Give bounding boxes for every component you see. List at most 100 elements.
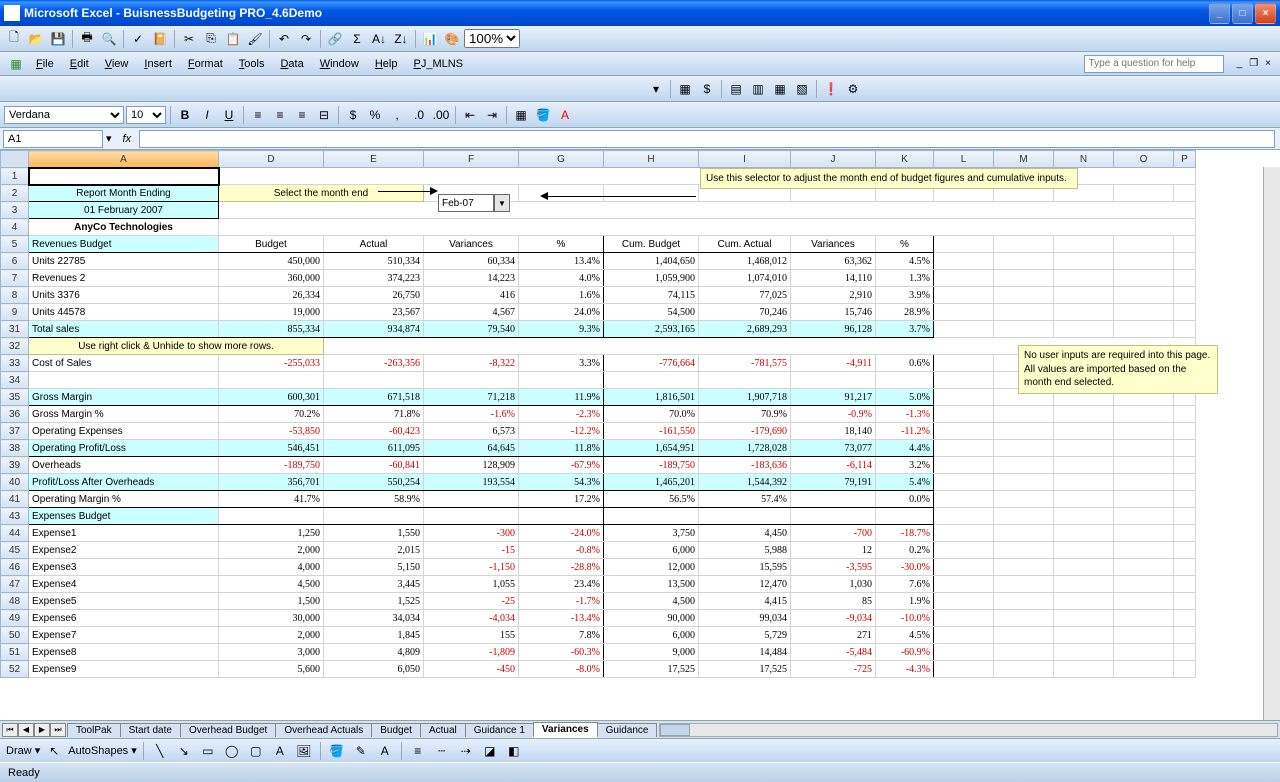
cell[interactable]: Expense3 (29, 559, 219, 576)
bold-button[interactable]: B (175, 105, 195, 125)
cell[interactable]: -4,034 (424, 610, 519, 627)
cell[interactable]: Select the month end (219, 185, 424, 202)
consolidate-icon[interactable]: ▥ (748, 79, 768, 99)
row-header[interactable]: 47 (1, 576, 29, 593)
row-header[interactable]: 52 (1, 661, 29, 678)
undo-icon[interactable]: ↶ (274, 29, 294, 49)
draw-menu[interactable]: Draw ▾ (6, 744, 40, 757)
zoom-select[interactable]: 100% (464, 29, 520, 48)
cell[interactable]: Expense5 (29, 593, 219, 610)
cell[interactable] (424, 491, 519, 508)
cell[interactable]: 1,544,392 (699, 474, 791, 491)
col-header-J[interactable]: J (791, 151, 876, 168)
cell[interactable]: 41.7% (219, 491, 324, 508)
cell[interactable]: Units 3376 (29, 287, 219, 304)
col-header-F[interactable]: F (424, 151, 519, 168)
cell[interactable]: 14,223 (424, 270, 519, 287)
cell[interactable]: 9,000 (604, 644, 699, 661)
cell[interactable]: 0.6% (876, 355, 934, 372)
sheet-tab[interactable]: Start date (120, 723, 181, 737)
cell[interactable]: 155 (424, 627, 519, 644)
font-name-select[interactable]: Verdana (4, 106, 124, 124)
cell[interactable]: Expense1 (29, 525, 219, 542)
cell[interactable]: 510,334 (324, 253, 424, 270)
row-header[interactable]: 37 (1, 423, 29, 440)
cell[interactable]: -4.3% (876, 661, 934, 678)
tab-last-icon[interactable]: ⏭ (50, 723, 66, 737)
row-header[interactable]: 38 (1, 440, 29, 457)
cell[interactable]: Units 22785 (29, 253, 219, 270)
cell[interactable]: 1,500 (219, 593, 324, 610)
cell[interactable]: 374,223 (324, 270, 424, 287)
redo-icon[interactable]: ↷ (296, 29, 316, 49)
cell[interactable]: 34,034 (324, 610, 424, 627)
row-header[interactable]: 6 (1, 253, 29, 270)
cell[interactable]: 56.5% (604, 491, 699, 508)
cell[interactable]: 1,465,201 (604, 474, 699, 491)
cell[interactable]: -0.8% (519, 542, 604, 559)
sheet-tab[interactable]: Guidance (597, 723, 658, 737)
cell[interactable]: 3,445 (324, 576, 424, 593)
cell[interactable]: 2,000 (219, 627, 324, 644)
close-button[interactable]: × (1255, 3, 1276, 24)
copy-icon[interactable]: ⎘ (201, 29, 221, 49)
cell[interactable]: 12 (791, 542, 876, 559)
cell[interactable]: 24.0% (519, 304, 604, 321)
menu-view[interactable]: View (99, 56, 135, 72)
cell[interactable]: 0.0% (876, 491, 934, 508)
cell[interactable]: Cost of Sales (29, 355, 219, 372)
cell[interactable]: 1,074,010 (699, 270, 791, 287)
cell[interactable]: 23.4% (519, 576, 604, 593)
cell[interactable]: 4.5% (876, 253, 934, 270)
cell[interactable]: 90,000 (604, 610, 699, 627)
print-icon[interactable]: 🖶 (77, 29, 97, 49)
menu-help[interactable]: Help (369, 56, 404, 72)
row-header[interactable]: 7 (1, 270, 29, 287)
col-header-P[interactable]: P (1174, 151, 1196, 168)
sheet-tab[interactable]: ToolPak (67, 723, 121, 737)
cell[interactable]: -8,322 (424, 355, 519, 372)
row-header[interactable]: 51 (1, 644, 29, 661)
month-end-input[interactable] (438, 194, 494, 212)
tab-first-icon[interactable]: ⏮ (2, 723, 18, 737)
maximize-button[interactable]: □ (1232, 3, 1253, 24)
cell[interactable]: Variances (424, 236, 519, 253)
cell[interactable]: 64,645 (424, 440, 519, 457)
font-color-icon[interactable]: A (555, 105, 575, 125)
cell[interactable]: Revenues 2 (29, 270, 219, 287)
cell[interactable]: -725 (791, 661, 876, 678)
cell[interactable]: 1,059,900 (604, 270, 699, 287)
cell[interactable]: 5.4% (876, 474, 934, 491)
cell[interactable]: 3,750 (604, 525, 699, 542)
align-center-icon[interactable]: ≡ (270, 105, 290, 125)
sheet-tab[interactable]: Overhead Budget (180, 723, 276, 737)
cell[interactable]: 546,451 (219, 440, 324, 457)
textbox-icon[interactable]: ▢ (246, 741, 266, 761)
cell[interactable]: 11.9% (519, 389, 604, 406)
arrow-icon[interactable]: ↘ (174, 741, 194, 761)
cell[interactable]: 4.4% (876, 440, 934, 457)
settings-icon[interactable]: ⚙ (843, 79, 863, 99)
cell[interactable]: 70.0% (604, 406, 699, 423)
dash-style-icon[interactable]: ┄ (432, 741, 452, 761)
cell[interactable]: 611,095 (324, 440, 424, 457)
pivot-icon[interactable]: ▦ (675, 79, 695, 99)
cell[interactable]: -700 (791, 525, 876, 542)
row-header[interactable]: 1 (1, 168, 29, 185)
spelling-icon[interactable]: ✓ (128, 29, 148, 49)
cell[interactable]: 1,816,501 (604, 389, 699, 406)
cell[interactable]: 26,334 (219, 287, 324, 304)
cell[interactable]: -776,664 (604, 355, 699, 372)
fx-icon[interactable]: fx (115, 133, 140, 145)
cell[interactable]: 360,000 (219, 270, 324, 287)
table-icon[interactable]: ▤ (726, 79, 746, 99)
row-header[interactable]: 48 (1, 593, 29, 610)
sort-asc-icon[interactable]: A↓ (369, 29, 389, 49)
cell[interactable]: Operating Margin % (29, 491, 219, 508)
cell[interactable]: AnyCo Technologies (29, 219, 219, 236)
row-header[interactable]: 41 (1, 491, 29, 508)
line-style-icon[interactable]: ≡ (408, 741, 428, 761)
cell[interactable]: -9,034 (791, 610, 876, 627)
cell[interactable]: 14,110 (791, 270, 876, 287)
col-header-H[interactable]: H (604, 151, 699, 168)
